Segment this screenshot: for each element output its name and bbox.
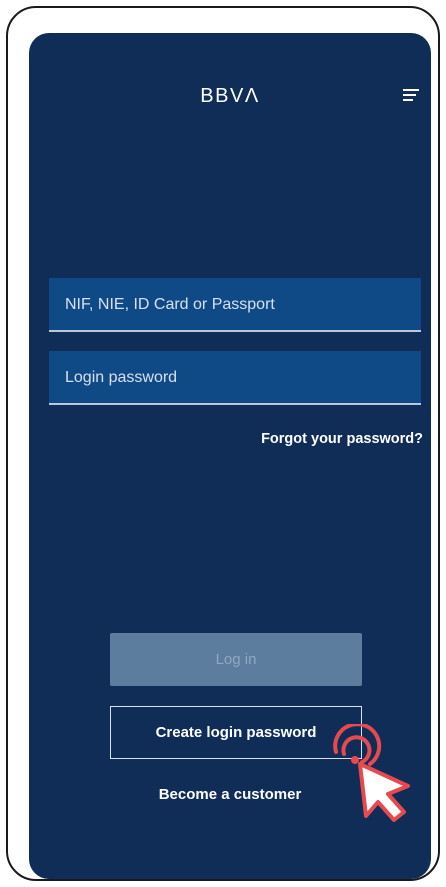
login-password-input[interactable]: Login password (49, 351, 421, 405)
login-password-placeholder: Login password (65, 369, 178, 386)
pointer-click-icon (333, 724, 410, 822)
id-document-placeholder: NIF, NIE, ID Card or Passport (65, 296, 275, 313)
forgot-password-link[interactable]: Forgot your password? (261, 431, 423, 447)
bbva-logo: BBVΛ (200, 85, 260, 107)
hamburger-menu-icon[interactable] (403, 88, 419, 102)
id-document-input[interactable]: NIF, NIE, ID Card or Passport (49, 278, 421, 332)
phone-frame: BBVΛ NIF, NIE, ID Card or Passport Login… (6, 6, 440, 881)
log-in-button[interactable]: Log in (110, 633, 362, 686)
